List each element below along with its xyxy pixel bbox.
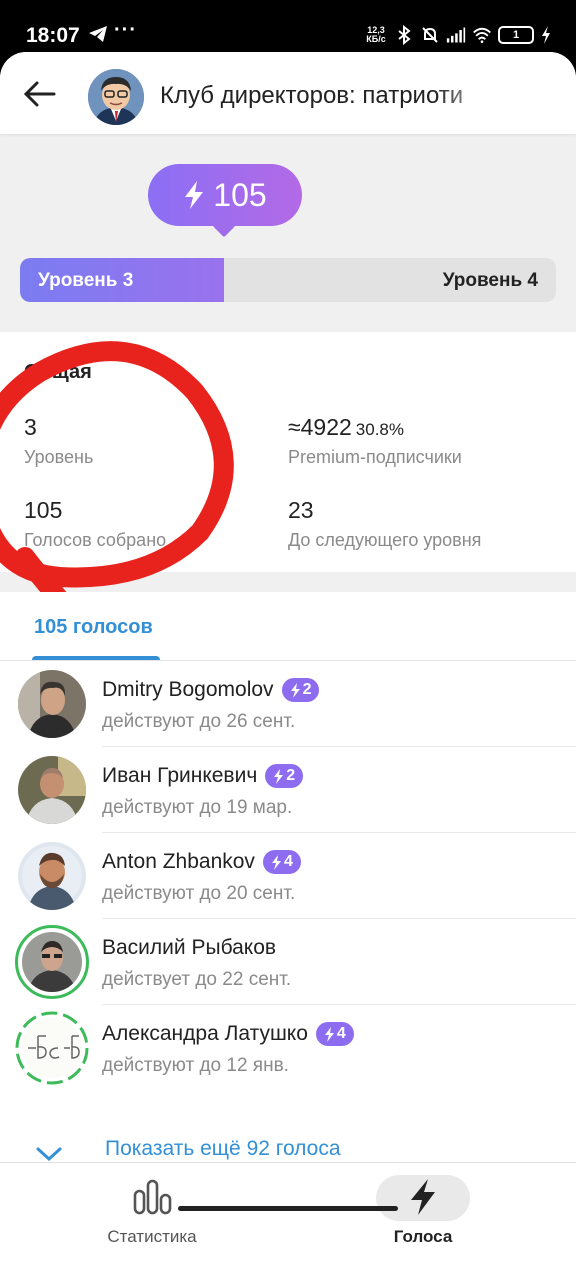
boost-multiplier-badge: 4: [315, 1022, 354, 1046]
tab-boosts[interactable]: 105 голосов: [34, 616, 153, 639]
avatar: [22, 932, 82, 992]
stat-to-next-level: 23 До следующего уровня: [288, 497, 482, 550]
boost-multiplier-badge: 2: [265, 764, 304, 788]
avatar: [18, 842, 86, 910]
lightning-icon: [324, 1026, 334, 1042]
status-time: 18:07: [26, 24, 80, 47]
boosts-screen: Клуб директоров: патриоти 105 Уровень 3 …: [0, 52, 576, 1280]
boost-count-bubble: 105: [148, 164, 302, 226]
booster-row[interactable]: Александра Латушко 4 действуют до 12 янв…: [0, 1005, 576, 1091]
level-progress-bar: Уровень 3 Уровень 4: [20, 258, 556, 302]
back-arrow-icon[interactable]: [22, 78, 58, 110]
boost-expiry: действует до 22 сент.: [102, 969, 292, 990]
avatar: [18, 670, 86, 738]
show-more-label: Показать ещё 92 голоса: [105, 1137, 341, 1160]
lightning-icon: [271, 854, 281, 870]
network-speed: 12,3 КБ/с: [366, 25, 386, 44]
lightning-icon: [274, 768, 284, 784]
bottom-navigation: Статистика Голоса: [0, 1162, 576, 1280]
boost-count: 105: [213, 176, 267, 213]
red-circle-annotation: [0, 341, 234, 632]
nav-boosts[interactable]: Голоса: [323, 1163, 523, 1263]
boost-expiry: действуют до 12 янв.: [102, 1055, 289, 1076]
avatar: [18, 756, 86, 824]
booster-name: Иван Гринкевич 2: [102, 764, 304, 788]
booster-row[interactable]: Dmitry Bogomolov 2 действуют до 26 сент.: [0, 661, 576, 747]
lightning-icon: [290, 682, 300, 698]
boost-expiry: действуют до 26 сент.: [102, 711, 296, 732]
boost-multiplier-badge: 2: [281, 678, 320, 702]
next-level-label: Уровень 4: [442, 270, 538, 291]
booster-name: Dmitry Bogomolov 2: [102, 678, 320, 702]
boost-expiry: действуют до 20 сент.: [102, 883, 296, 904]
bar-chart-icon: [133, 1179, 172, 1215]
chevron-down-icon: [36, 1147, 62, 1162]
nav-statistics-label: Статистика: [107, 1227, 197, 1246]
chat-title: Клуб директоров: патриоти: [160, 82, 464, 109]
booster-name: Anton Zhbankov 4: [102, 850, 301, 874]
boost-multiplier-badge: 4: [262, 850, 301, 874]
chat-avatar[interactable]: [88, 69, 144, 125]
status-bar: 18:07 ··· 12,3 КБ/с 1: [0, 0, 576, 52]
boost-expiry: действуют до 19 мар.: [102, 797, 293, 818]
booster-row[interactable]: Иван Гринкевич 2 действуют до 19 мар.: [0, 747, 576, 833]
charging-icon: [542, 26, 550, 44]
nav-statistics[interactable]: Статистика: [52, 1163, 252, 1263]
more-notifications-icon: ···: [114, 19, 137, 41]
nav-boosts-label: Голоса: [393, 1227, 453, 1246]
booster-row[interactable]: Василий Рыбаков действует до 22 сент.: [0, 919, 576, 1005]
boosts-list-section: 105 голосов Dmitry Bogomolov 2 действуют…: [0, 592, 576, 1164]
home-indicator[interactable]: [178, 1206, 398, 1211]
booster-name: Александра Латушко 4: [102, 1022, 354, 1046]
booster-name: Василий Рыбаков: [102, 936, 277, 959]
top-app-bar: Клуб директоров: патриоти: [0, 52, 576, 134]
telegram-notification-icon: [89, 26, 107, 42]
lightning-icon: [185, 181, 204, 209]
bluetooth-icon: [398, 25, 411, 45]
signal-icon: [446, 27, 466, 43]
avatar: [22, 1018, 82, 1078]
booster-row[interactable]: Anton Zhbankov 4 действуют до 20 сент.: [0, 833, 576, 919]
lightning-icon: [411, 1179, 435, 1215]
overview-section: Общая 3 Уровень ≈4922 30.8% Premium-подпи…: [0, 332, 576, 632]
wifi-icon: [473, 27, 491, 43]
stat-premium-subscribers: ≈4922 30.8% Premium-подписчики: [288, 414, 462, 467]
current-level-label: Уровень 3: [38, 270, 134, 291]
mute-bell-icon: [422, 27, 438, 43]
battery-icon: 1: [498, 26, 534, 44]
